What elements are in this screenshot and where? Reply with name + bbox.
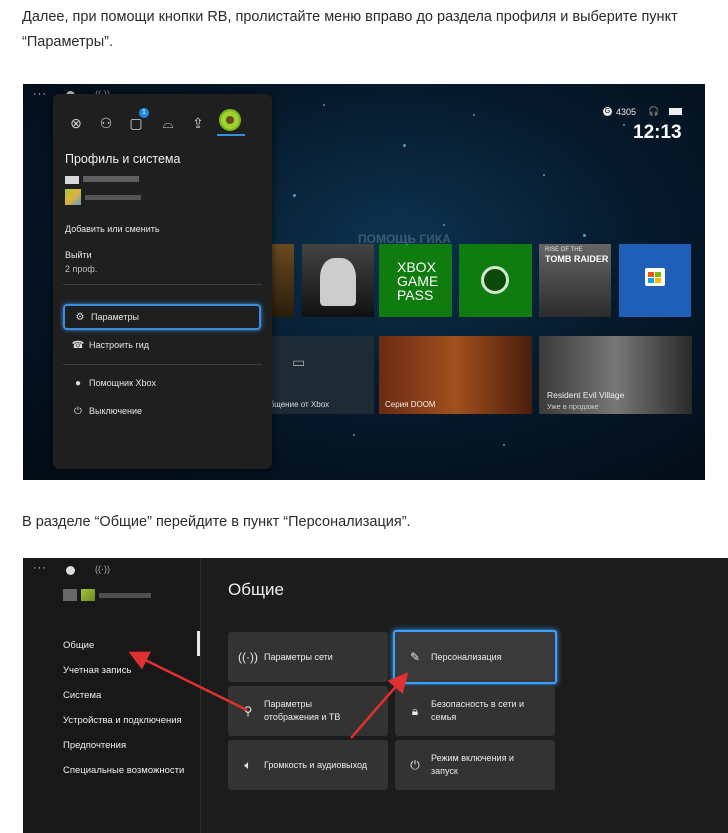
add-or-switch-link[interactable]: Добавить или сменить [65,224,160,234]
gear-icon: ⚙ [75,311,85,323]
avatar[interactable] [219,109,241,131]
star [293,194,296,197]
guide-setup-icon: ☎ [71,339,85,351]
controller-icon[interactable]: ⌓ [159,114,177,132]
store-xbox-tile[interactable] [459,244,532,317]
gamepass-tile[interactable]: XBOX GAME PASS [379,244,452,317]
guide-menu: ⊗ ⚇ ▢ 1 ⌓ ⇪ Профиль и система Добавить и… [53,94,272,469]
menu-title: Профиль и система [65,152,181,166]
guide-setup-menu-item[interactable]: ☎ Настроить гид [63,332,261,358]
profile-name-blur [83,176,139,182]
star [583,234,586,237]
more-dots-icon[interactable]: ··· [33,88,47,100]
xbox-hub-icon [481,266,509,294]
active-tab-indicator [217,134,245,136]
clock: 12:13 [633,122,682,143]
gamerscore-icon: G [603,107,612,116]
power-icon: ⏻ [74,405,82,417]
star [403,144,406,147]
xbox-settings-screenshot: ··· ((·)) Общие Учетная запись Система У… [23,558,728,833]
xbox-guide-screenshot: G 4305 🎧 12:13 XBOX GAME PASS RISE OF TH… [23,84,705,480]
store-bag-icon [645,268,665,286]
instruction-paragraph-1: Далее, при помощи кнопки RB, пролистайте… [22,9,678,50]
tombraider-tile[interactable]: RISE OF THE TOMB RAIDER [539,244,611,317]
divider [63,364,262,365]
status-bar: G 4305 🎧 [603,106,683,117]
lightbulb-icon: ● [74,377,82,389]
xbox-assist-menu-item[interactable]: ● Помощник Xbox [63,370,261,396]
power-menu-item[interactable]: ⏻ Выключение [63,398,261,424]
xbox-logo-icon[interactable]: ⊗ [67,114,85,132]
message-icon: ▭ [292,354,306,370]
battery-icon [669,108,683,115]
divider [63,284,262,285]
star [543,174,545,176]
doom-tile[interactable]: Серия DOOM [379,336,532,414]
gamepass-logo: XBOX GAME PASS [397,259,439,303]
settings-menu-item[interactable]: ⚙ Параметры [63,304,261,330]
portrait [320,258,356,306]
profile-avatar-blur [65,189,81,205]
profiles-count: 2 проф. [65,264,98,274]
profile-tag-blur [85,195,141,200]
star [323,104,325,106]
profile-name-blur [65,176,79,184]
star [443,224,445,226]
re-village-tile[interactable]: Resident Evil Village Уже в продаже [539,336,692,414]
watermark: ПОМОЩЬ ГИКА [358,232,451,246]
star [473,114,475,116]
star [503,444,505,446]
arrow-to-general [128,651,248,712]
gamerscore-value: 4305 [616,106,637,117]
headset-icon: 🎧 [648,106,660,116]
annotation-arrows [128,651,409,739]
upload-icon[interactable]: ⇪ [189,114,207,132]
arrow-to-personalization [350,672,409,739]
notification-badge: 1 [139,108,149,118]
star [353,434,355,436]
instruction-paragraph-2: В разделе “Общие” перейдите в пункт “Пер… [22,514,411,530]
store-tile[interactable] [619,244,691,317]
people-icon[interactable]: ⚇ [97,114,115,132]
star [623,124,625,126]
game-tile[interactable] [302,244,374,317]
sign-out-link[interactable]: Выйти [65,250,92,260]
